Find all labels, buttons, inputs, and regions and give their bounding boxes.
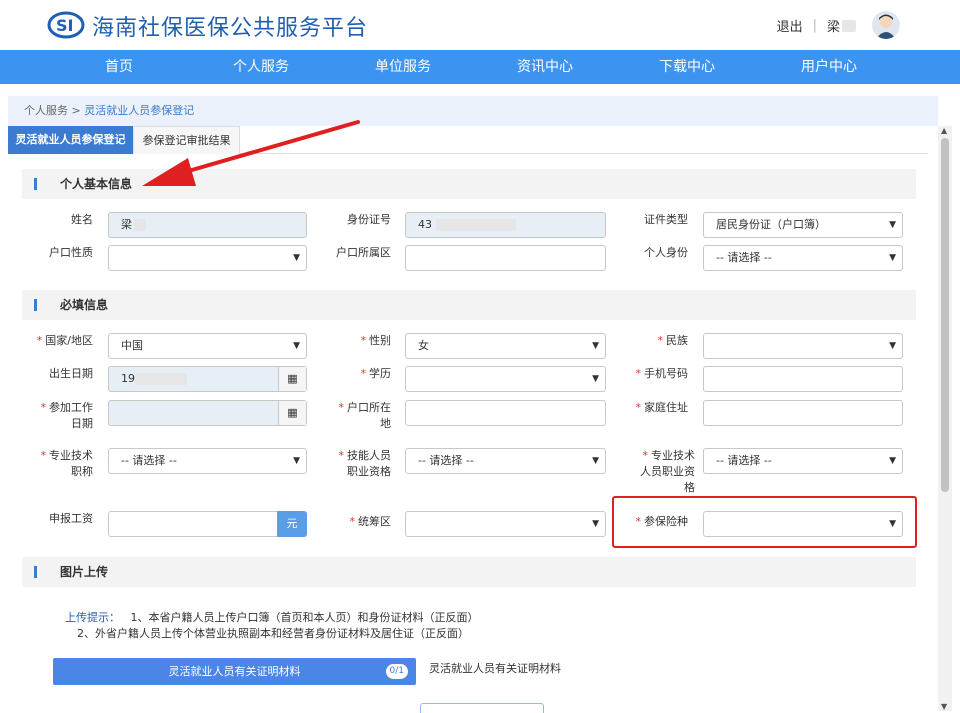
section-bar-icon <box>34 566 37 578</box>
nav-home[interactable]: 首页 <box>48 50 190 84</box>
section-image-upload: 图片上传 <box>22 557 916 587</box>
work-start-date-field[interactable]: ▦ <box>108 400 307 426</box>
region-label: * 统筹区 <box>349 515 392 528</box>
calendar-icon[interactable]: ▦ <box>278 367 306 391</box>
work-start-label: * 参加工作 日期 <box>40 401 94 430</box>
breadcrumb-sep: > <box>68 104 85 117</box>
id-number-field[interactable]: 43 <box>405 212 606 238</box>
chevron-down-icon: ▼ <box>293 253 300 263</box>
bottom-button-edge[interactable] <box>420 703 544 713</box>
breadcrumb-parent[interactable]: 个人服务 <box>24 104 68 117</box>
si-logo-icon: SI <box>47 11 85 39</box>
home-address-field[interactable] <box>703 400 903 426</box>
red-arrow-annotation <box>142 120 360 186</box>
chevron-down-icon: ▼ <box>889 456 896 466</box>
doc-type-select[interactable]: 居民身份证（户口簿） ▼ <box>703 212 903 238</box>
calendar-icon[interactable]: ▦ <box>278 401 306 425</box>
chevron-down-icon: ▼ <box>293 456 300 466</box>
country-select[interactable]: 中国 ▼ <box>108 333 307 359</box>
name-field[interactable]: 梁 <box>108 212 307 238</box>
education-select[interactable]: ▼ <box>405 366 606 392</box>
upload-proof-button[interactable]: 灵活就业人员有关证明材料 0/1 <box>53 658 416 685</box>
section-title: 必填信息 <box>60 298 109 312</box>
identity-select[interactable]: -- 请选择 -- ▼ <box>703 245 903 271</box>
salary-label: 申报工资 <box>49 512 93 525</box>
birth-date-field[interactable]: 19 ▦ <box>108 366 307 392</box>
phone-label: * 手机号码 <box>635 367 689 380</box>
ethnicity-select[interactable]: ▼ <box>703 333 903 359</box>
skill-qualification-label: * 技能人员 职业资格 <box>338 449 392 478</box>
breadcrumb-current[interactable]: 灵活就业人员参保登记 <box>84 104 194 117</box>
hukou-location-label: * 户口所在地 <box>338 401 392 430</box>
hukou-type-select[interactable]: ▼ <box>108 245 307 271</box>
education-label: * 学历 <box>360 367 392 380</box>
header-separator: | <box>812 18 817 33</box>
name-label: 姓名 <box>71 213 93 226</box>
chevron-down-icon: ▼ <box>889 253 896 263</box>
section-required-info: 必填信息 <box>22 290 916 320</box>
home-address-label: * 家庭住址 <box>635 401 689 414</box>
skill-qualification-select[interactable]: -- 请选择 -- ▼ <box>405 448 606 474</box>
chevron-down-icon: ▼ <box>592 374 599 384</box>
salary-unit: 元 <box>277 511 307 537</box>
professional-title-label: * 专业技术 职称 <box>40 449 94 478</box>
chevron-down-icon: ▼ <box>293 341 300 351</box>
scrollbar-thumb[interactable] <box>941 138 949 492</box>
nav-personal-service[interactable]: 个人服务 <box>190 50 332 84</box>
section-title: 图片上传 <box>60 565 109 579</box>
chevron-down-icon: ▼ <box>592 456 599 466</box>
professional-title-select[interactable]: -- 请选择 -- ▼ <box>108 448 307 474</box>
vertical-scrollbar[interactable]: ▲ ▼ <box>938 126 952 711</box>
upload-hint-line-1: 上传提示： 1、本省户籍人员上传户口簿（首页和本人页）和身份证材料（正反面） <box>65 611 479 624</box>
chevron-down-icon: ▼ <box>592 341 599 351</box>
user-avatar-icon[interactable] <box>872 11 900 39</box>
section-bar-icon <box>34 299 37 311</box>
country-label: * 国家/地区 <box>36 334 93 347</box>
masked-name <box>842 19 856 32</box>
scroll-down-icon[interactable]: ▼ <box>941 702 947 711</box>
highlight-box <box>612 496 917 548</box>
nav-unit-service[interactable]: 单位服务 <box>332 50 474 84</box>
chevron-down-icon: ▼ <box>592 519 599 529</box>
section-bar-icon <box>34 178 37 190</box>
birth-date-label: 出生日期 <box>49 367 93 380</box>
site-header: SI 海南社保医保公共服务平台 退出 | 梁 <box>0 0 960 50</box>
phone-field[interactable] <box>703 366 903 392</box>
tech-qualification-label: * 专业技术 人员职业资格 <box>640 449 695 494</box>
chevron-down-icon: ▼ <box>889 341 896 351</box>
section-title: 个人基本信息 <box>60 177 133 191</box>
identity-label: 个人身份 <box>644 246 688 259</box>
hukou-area-label: 户口所属区 <box>336 246 391 259</box>
user-name[interactable]: 梁 <box>827 16 840 35</box>
header-user-area: 退出 | 梁 <box>777 16 856 35</box>
tab-registration[interactable]: 灵活就业人员参保登记 <box>8 126 133 154</box>
scroll-up-icon[interactable]: ▲ <box>941 126 947 135</box>
nav-user-center[interactable]: 用户中心 <box>758 50 900 84</box>
salary-field[interactable]: 元 <box>108 511 307 537</box>
gender-select[interactable]: 女 ▼ <box>405 333 606 359</box>
ethnicity-label: * 民族 <box>657 334 689 347</box>
hukou-area-field[interactable] <box>405 245 606 271</box>
id-label: 身份证号 <box>347 213 391 226</box>
upload-count-badge: 0/1 <box>385 664 408 679</box>
main-nav: 首页 个人服务 单位服务 资讯中心 下载中心 用户中心 <box>0 50 960 84</box>
tech-qualification-select[interactable]: -- 请选择 -- ▼ <box>703 448 903 474</box>
logout-link[interactable]: 退出 <box>777 16 803 35</box>
chevron-down-icon: ▼ <box>889 220 896 230</box>
region-select[interactable]: ▼ <box>405 511 606 537</box>
svg-text:SI: SI <box>56 16 73 35</box>
hukou-type-label: 户口性质 <box>49 246 93 259</box>
hukou-location-field[interactable] <box>405 400 606 426</box>
nav-download-center[interactable]: 下载中心 <box>616 50 758 84</box>
doc-type-label: 证件类型 <box>644 213 688 226</box>
upload-description: 灵活就业人员有关证明材料 <box>429 662 561 675</box>
site-title: 海南社保医保公共服务平台 <box>92 16 369 41</box>
nav-news-center[interactable]: 资讯中心 <box>474 50 616 84</box>
gender-label: * 性别 <box>360 334 392 347</box>
upload-hint-line-2: 2、外省户籍人员上传个体营业执照副本和经营者身份证材料及居住证（正反面） <box>77 627 469 640</box>
